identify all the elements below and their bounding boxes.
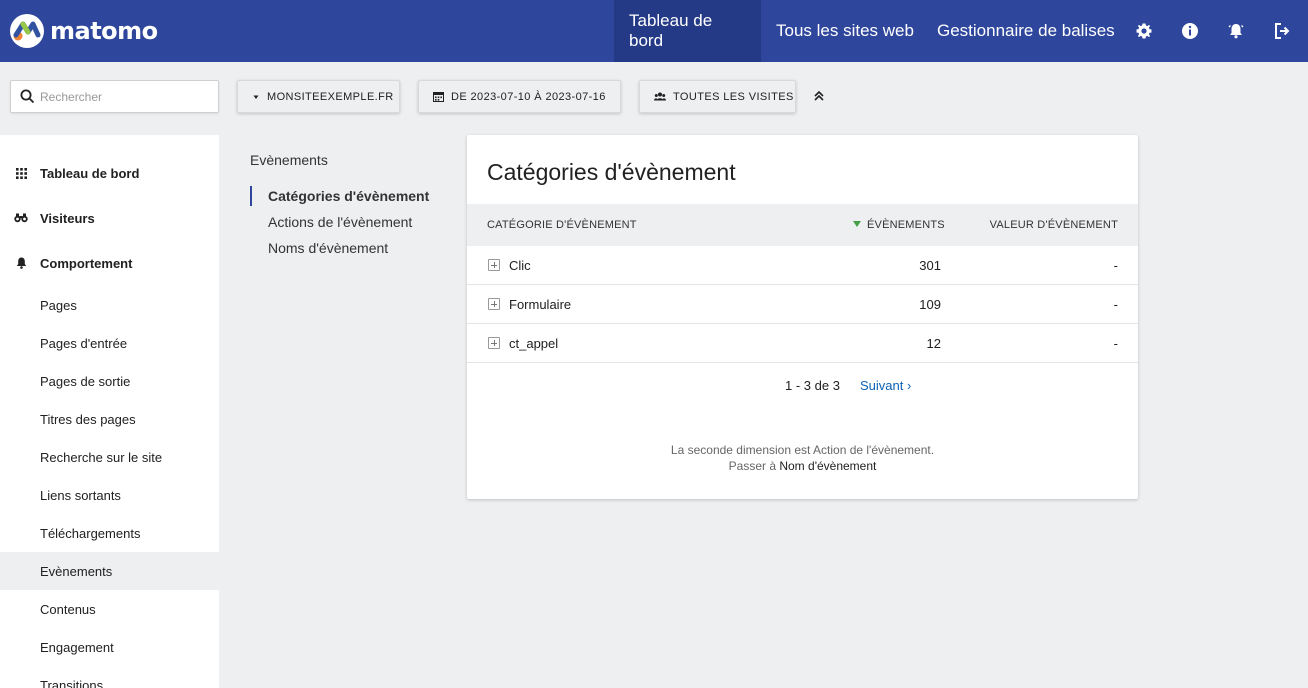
submenu-item-event-names[interactable]: Noms d'évènement bbox=[268, 240, 388, 256]
switch-dimension-link[interactable]: Nom d'évènement bbox=[779, 459, 876, 473]
date-range-button[interactable]: DE 2023-07-10 À 2023-07-16 bbox=[418, 80, 621, 113]
sidebar-item-outlinks[interactable]: Liens sortants bbox=[0, 476, 219, 514]
sidebar-item-exit-pages[interactable]: Pages de sortie bbox=[0, 362, 219, 400]
row-events: 301 bbox=[919, 258, 941, 273]
search-input[interactable] bbox=[40, 87, 210, 107]
matomo-logo[interactable]: matomo bbox=[10, 14, 158, 48]
sidebar-menu: Tableau de bord Visiteurs Comportement P… bbox=[0, 135, 219, 688]
widget-title: Catégories d'évènement bbox=[487, 159, 736, 186]
notification-bell-icon[interactable] bbox=[1225, 20, 1247, 42]
row-event-value: - bbox=[1114, 297, 1118, 312]
table-row[interactable]: Clic 301 - bbox=[467, 246, 1138, 285]
sidebar-item-page-titles[interactable]: Titres des pages bbox=[0, 400, 219, 438]
row-events: 12 bbox=[927, 336, 941, 351]
sidebar-category-label: Comportement bbox=[40, 256, 132, 271]
grid-icon bbox=[14, 166, 28, 180]
matomo-logo-icon bbox=[10, 14, 44, 48]
sidebar-category-label: Visiteurs bbox=[40, 211, 95, 226]
row-event-value: - bbox=[1114, 258, 1118, 273]
date-range-label: DE 2023-07-10 À 2023-07-16 bbox=[451, 91, 606, 103]
sidebar-item-transitions[interactable]: Transitions bbox=[0, 666, 219, 688]
row-label: Clic bbox=[509, 258, 531, 273]
submenu-item-event-categories[interactable]: Catégories d'évènement bbox=[268, 188, 429, 204]
column-header-event-value[interactable]: VALEUR D'ÉVÈNEMENT bbox=[990, 219, 1118, 231]
top-navigation-bar: matomo Tableau de bord Tous les sites we… bbox=[0, 0, 1308, 62]
logout-icon[interactable] bbox=[1271, 20, 1293, 42]
column-header-category[interactable]: CATÉGORIE D'ÉVÈNEMENT bbox=[487, 219, 637, 231]
event-categories-widget: Catégories d'évènement CATÉGORIE D'ÉVÈNE… bbox=[467, 135, 1138, 499]
sidebar-category-dashboard[interactable]: Tableau de bord bbox=[0, 160, 219, 186]
sidebar-item-pages[interactable]: Pages bbox=[0, 286, 219, 324]
segment-selector-button[interactable]: TOUTES LES VISITES bbox=[639, 80, 796, 113]
nav-dashboard[interactable]: Tableau de bord bbox=[614, 0, 761, 62]
expand-row-icon[interactable] bbox=[488, 298, 500, 310]
search-box[interactable] bbox=[10, 80, 219, 113]
switch-dimension-note: Passer à Nom d'évènement bbox=[467, 459, 1138, 473]
site-selector-label: MONSITEEXEMPLE.FR bbox=[267, 91, 394, 103]
sidebar-category-visitors[interactable]: Visiteurs bbox=[0, 205, 219, 231]
sidebar-category-behaviour[interactable]: Comportement bbox=[0, 250, 219, 276]
nav-tag-manager[interactable]: Gestionnaire de balises bbox=[922, 0, 1130, 62]
secondary-dimension-note: La seconde dimension est Action de l'évè… bbox=[467, 443, 1138, 457]
gear-icon[interactable] bbox=[1133, 20, 1155, 42]
table-row[interactable]: ct_appel 12 - bbox=[467, 324, 1138, 363]
submenu-active-indicator bbox=[250, 186, 252, 206]
sidebar-item-entry-pages[interactable]: Pages d'entrée bbox=[0, 324, 219, 362]
row-label: ct_appel bbox=[509, 336, 558, 351]
search-icon bbox=[20, 89, 35, 109]
submenu-heading: Evènements bbox=[250, 152, 328, 168]
pagination-info: 1 - 3 de 3 bbox=[785, 378, 840, 393]
calendar-icon bbox=[433, 91, 444, 102]
collapse-up-icon[interactable] bbox=[811, 88, 827, 104]
logo-text: matomo bbox=[50, 17, 158, 45]
users-icon bbox=[654, 92, 666, 101]
submenu-item-event-actions[interactable]: Actions de l'évènement bbox=[268, 214, 412, 230]
binoculars-icon bbox=[14, 211, 28, 225]
sidebar-item-engagement[interactable]: Engagement bbox=[0, 628, 219, 666]
sidebar-item-site-search[interactable]: Recherche sur le site bbox=[0, 438, 219, 476]
bell-icon bbox=[14, 256, 28, 270]
sidebar-item-events[interactable]: Evènements bbox=[0, 552, 219, 590]
table-row[interactable]: Formulaire 109 - bbox=[467, 285, 1138, 324]
column-header-events[interactable]: ÉVÈNEMENTS bbox=[867, 219, 945, 231]
expand-row-icon[interactable] bbox=[488, 259, 500, 271]
segment-selector-label: TOUTES LES VISITES bbox=[673, 91, 794, 103]
row-event-value: - bbox=[1114, 336, 1118, 351]
nav-all-websites[interactable]: Tous les sites web bbox=[761, 0, 929, 62]
info-icon[interactable] bbox=[1179, 20, 1201, 42]
table-header: CATÉGORIE D'ÉVÈNEMENT ÉVÈNEMENTS VALEUR … bbox=[467, 204, 1138, 246]
sort-descending-icon bbox=[853, 221, 861, 227]
expand-row-icon[interactable] bbox=[488, 337, 500, 349]
row-events: 109 bbox=[919, 297, 941, 312]
switch-dimension-prefix: Passer à bbox=[729, 459, 780, 473]
next-page-link[interactable]: Suivant › bbox=[860, 378, 911, 393]
row-label: Formulaire bbox=[509, 297, 571, 312]
caret-down-icon bbox=[252, 93, 260, 101]
sidebar-item-contents[interactable]: Contenus bbox=[0, 590, 219, 628]
sidebar-category-label: Tableau de bord bbox=[40, 166, 139, 181]
sidebar-item-downloads[interactable]: Téléchargements bbox=[0, 514, 219, 552]
site-selector-button[interactable]: MONSITEEXEMPLE.FR bbox=[237, 80, 400, 113]
